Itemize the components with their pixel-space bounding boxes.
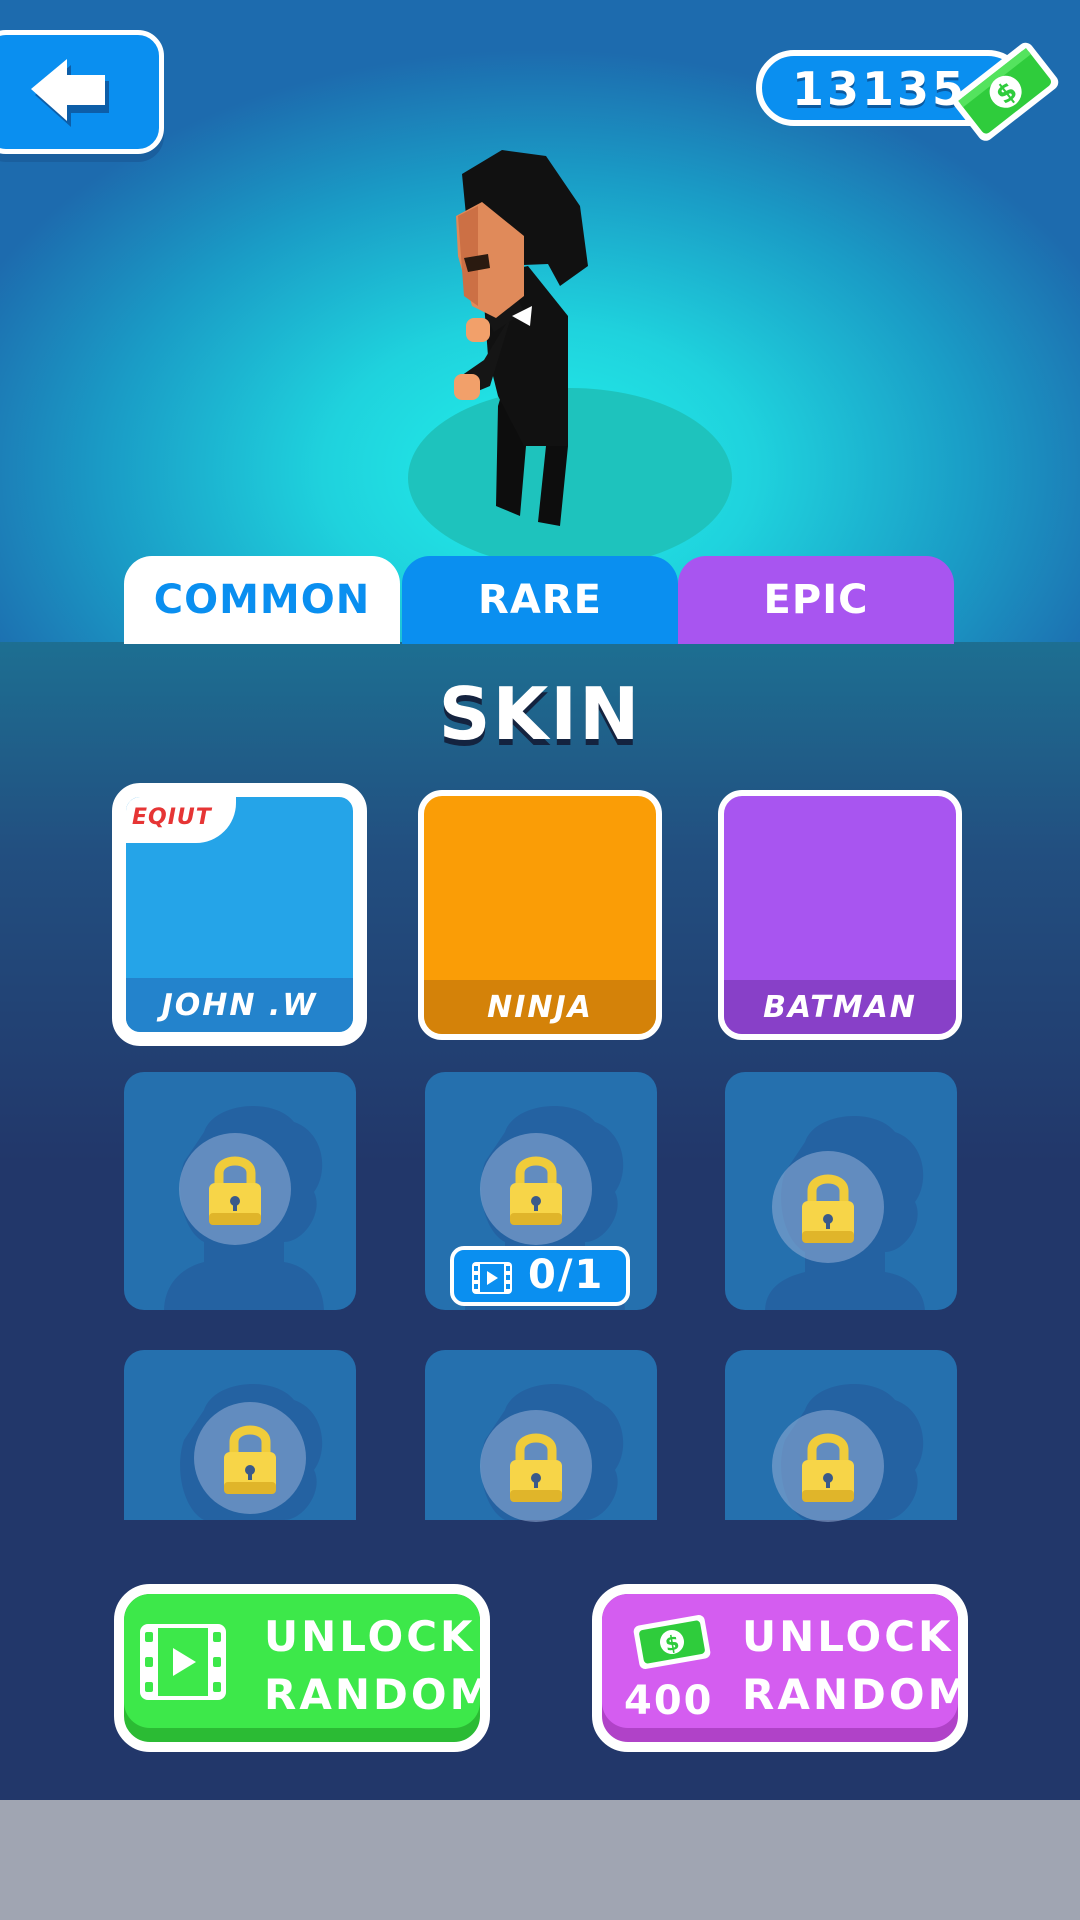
- currency-amount: 13135: [792, 62, 968, 116]
- skin-name: BATMAN: [724, 980, 956, 1034]
- lock-icon: [480, 1410, 592, 1522]
- cash-icon: $: [633, 1615, 711, 1669]
- button-label-line1: UNLOCK: [742, 1612, 954, 1661]
- skin-name: NINJA: [424, 980, 656, 1034]
- lock-icon: [194, 1402, 306, 1514]
- skin-card-batman[interactable]: BATMAN: [718, 790, 962, 1040]
- skin-name: JOHN .W: [126, 978, 353, 1032]
- button-label-line2: RANDOM: [742, 1670, 968, 1719]
- button-label-line1: UNLOCK: [264, 1612, 476, 1661]
- lock-icon: [179, 1133, 291, 1245]
- skin-card-john-w[interactable]: EQIUT JOHN .W: [112, 783, 367, 1046]
- unlock-random-video-button[interactable]: UNLOCK RANDOM: [114, 1584, 490, 1752]
- bottom-strip: [0, 1800, 1080, 1920]
- tab-rare[interactable]: RARE: [402, 556, 678, 644]
- back-arrow-icon: [31, 59, 109, 127]
- lock-icon: [480, 1133, 592, 1245]
- unlock-random-cash-button[interactable]: $ 400 UNLOCK RANDOM: [592, 1584, 968, 1752]
- button-label-line2: RANDOM: [264, 1670, 490, 1719]
- back-button[interactable]: [0, 30, 164, 154]
- film-icon: [140, 1624, 226, 1700]
- character-model: [454, 150, 588, 526]
- section-title: SKIN: [438, 672, 642, 756]
- tab-epic[interactable]: EPIC: [678, 556, 954, 644]
- film-icon: [472, 1262, 512, 1294]
- equipped-badge: EQIUT: [126, 797, 236, 843]
- unlock-price: 400: [624, 1678, 714, 1724]
- lock-icon: [772, 1410, 884, 1522]
- skin-card-ninja[interactable]: NINJA: [418, 790, 662, 1040]
- lock-icon: [772, 1151, 884, 1263]
- video-progress-count: 0/1: [528, 1252, 605, 1298]
- tab-common[interactable]: COMMON: [124, 556, 400, 644]
- cash-icon: $: [952, 42, 1059, 141]
- video-progress-badge: 0/1: [450, 1246, 630, 1306]
